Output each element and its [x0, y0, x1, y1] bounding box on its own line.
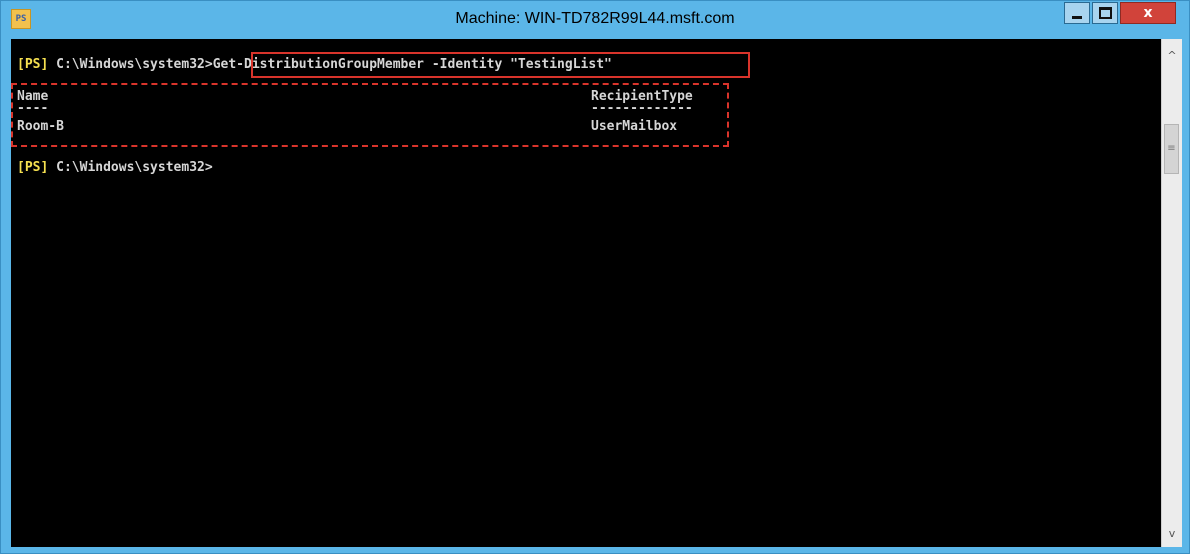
- close-button[interactable]: x: [1120, 2, 1176, 24]
- console-line-prompt: [PS] C:\Windows\system32>: [17, 160, 213, 175]
- console-window: PS Machine: WIN-TD782R99L44.msft.com x […: [0, 0, 1190, 554]
- vertical-scrollbar[interactable]: ^ ≡ v: [1161, 39, 1182, 547]
- prompt-path: C:\Windows\system32>: [48, 160, 213, 175]
- prompt-path: C:\Windows\system32>: [48, 57, 213, 72]
- console-output[interactable]: [PS] C:\Windows\system32>Get-Distributio…: [11, 39, 1161, 547]
- window-title: Machine: WIN-TD782R99L44.msft.com: [455, 10, 735, 27]
- minimize-icon: [1072, 15, 1082, 19]
- result-highlight-box: [11, 83, 729, 147]
- title-bar[interactable]: PS Machine: WIN-TD782R99L44.msft.com x: [1, 1, 1189, 39]
- scroll-thumb[interactable]: ≡: [1164, 124, 1179, 174]
- maximize-button[interactable]: [1092, 2, 1118, 24]
- prompt-tag: [PS]: [17, 160, 49, 175]
- close-icon: x: [1143, 5, 1153, 21]
- minimize-button[interactable]: [1064, 2, 1090, 24]
- scroll-up-icon[interactable]: ^: [1162, 47, 1182, 65]
- scroll-down-icon[interactable]: v: [1162, 525, 1182, 543]
- window-bottom-border: [1, 547, 1189, 553]
- prompt-tag: [PS]: [17, 57, 49, 72]
- maximize-icon: [1098, 7, 1112, 19]
- command-highlight-box: [251, 52, 750, 78]
